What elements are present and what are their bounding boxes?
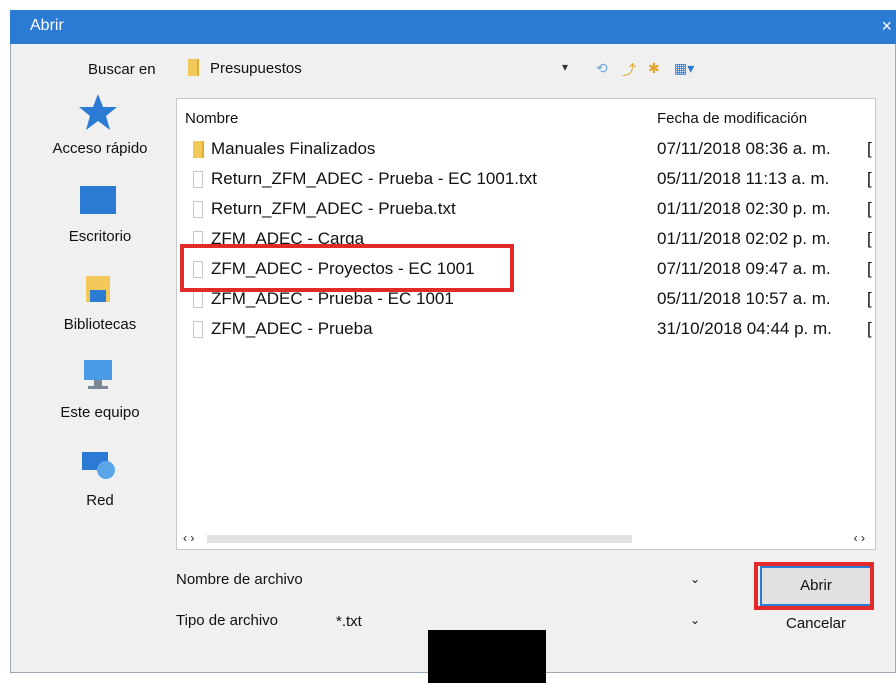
- close-icon[interactable]: ×: [881, 16, 892, 37]
- place-label: Bibliotecas: [63, 316, 137, 333]
- place-label: Red: [86, 492, 114, 509]
- list-item[interactable]: ZFM_ADEC - Prueba 31/10/2018 04:44 p. m.…: [177, 315, 875, 345]
- chevron-down-icon[interactable]: ⌄: [690, 613, 700, 627]
- file-icon: [193, 201, 203, 218]
- look-in-label: Buscar en: [88, 61, 156, 78]
- chevron-down-icon[interactable]: ⌄: [690, 572, 700, 586]
- dialog-title: Abrir: [30, 17, 64, 34]
- truncated-column: [: [867, 289, 872, 308]
- scroll-arrows-left[interactable]: ‹ ›: [183, 531, 194, 545]
- file-type-value: *.txt: [336, 613, 362, 630]
- up-folder-icon[interactable]: ⤴: [622, 60, 636, 80]
- place-desktop[interactable]: Escritorio: [30, 180, 170, 262]
- scrollbar-thumb[interactable]: [207, 535, 632, 543]
- title-bar: Abrir ×: [10, 10, 896, 44]
- back-icon[interactable]: ⟲: [596, 60, 608, 77]
- view-menu-icon[interactable]: ▦▾: [674, 60, 694, 77]
- folder-icon: [193, 141, 204, 158]
- place-this-pc[interactable]: Este equipo: [30, 356, 170, 438]
- file-date: 07/11/2018 08:36 a. m.: [657, 139, 831, 158]
- file-list[interactable]: Nombre Fecha de modificación Manuales Fi…: [176, 98, 876, 550]
- highlight-box-file: [180, 244, 514, 292]
- look-in-dropdown[interactable]: Presupuestos ▾: [180, 54, 580, 82]
- network-icon: [82, 452, 115, 479]
- redaction-box: [428, 630, 546, 683]
- truncated-column: [: [867, 199, 872, 218]
- file-date: 05/11/2018 11:13 a. m.: [657, 169, 830, 188]
- folder-icon: [188, 59, 199, 76]
- list-item[interactable]: Return_ZFM_ADEC - Prueba - EC 1001.txt 0…: [177, 165, 875, 195]
- desktop-icon: [80, 186, 116, 214]
- file-type-label: Tipo de archivo: [176, 612, 278, 629]
- toolbar: ⟲ ⤴ ✱ ▦▾: [596, 54, 716, 82]
- place-label: Escritorio: [68, 228, 132, 245]
- look-in-value: Presupuestos: [210, 60, 302, 77]
- new-folder-icon[interactable]: ✱: [648, 60, 660, 77]
- place-label: Este equipo: [60, 404, 140, 421]
- place-libraries[interactable]: Bibliotecas: [30, 268, 170, 350]
- file-date: 07/11/2018 09:47 a. m.: [657, 259, 831, 278]
- file-name-input[interactable]: ⌄: [330, 566, 706, 594]
- computer-icon: [84, 360, 112, 389]
- cancel-button[interactable]: Cancelar: [760, 610, 872, 638]
- file-icon: [193, 291, 203, 308]
- places-bar: Acceso rápido Escritorio Bibliotecas Est…: [30, 92, 170, 552]
- place-quick-access[interactable]: Acceso rápido: [30, 92, 170, 174]
- file-name: Return_ZFM_ADEC - Prueba.txt: [211, 199, 456, 218]
- truncated-column: [: [867, 139, 872, 158]
- file-name: ZFM_ADEC - Prueba - EC 1001: [211, 289, 454, 308]
- truncated-column: [: [867, 169, 872, 188]
- star-icon: [79, 94, 117, 130]
- file-date: 01/11/2018 02:02 p. m.: [657, 229, 831, 248]
- file-icon: [193, 171, 203, 188]
- file-icon: [193, 321, 203, 338]
- libraries-icon: [86, 276, 110, 302]
- truncated-column: [: [867, 259, 872, 278]
- column-header-date[interactable]: Fecha de modificación: [657, 110, 807, 127]
- list-item[interactable]: Manuales Finalizados 07/11/2018 08:36 a.…: [177, 135, 875, 165]
- file-date: 05/11/2018 10:57 a. m.: [657, 289, 831, 308]
- list-item[interactable]: Return_ZFM_ADEC - Prueba.txt 01/11/2018 …: [177, 195, 875, 225]
- truncated-column: [: [867, 229, 872, 248]
- file-name: Manuales Finalizados: [211, 139, 376, 158]
- file-date: 31/10/2018 04:44 p. m.: [657, 319, 832, 338]
- place-label: Acceso rápido: [52, 140, 148, 157]
- file-date: 01/11/2018 02:30 p. m.: [657, 199, 831, 218]
- chevron-down-icon[interactable]: ▾: [562, 60, 568, 74]
- file-name-label: Nombre de archivo: [176, 571, 303, 588]
- truncated-column: [: [867, 319, 872, 338]
- place-network[interactable]: Red: [30, 444, 170, 526]
- file-name: ZFM_ADEC - Prueba: [211, 319, 373, 338]
- file-name: Return_ZFM_ADEC - Prueba - EC 1001.txt: [211, 169, 537, 188]
- column-header-name[interactable]: Nombre: [185, 110, 238, 127]
- horizontal-scrollbar[interactable]: ‹ › ‹ ›: [177, 529, 875, 549]
- scroll-arrows-right[interactable]: ‹ ›: [854, 531, 865, 545]
- highlight-box-open: [754, 562, 874, 610]
